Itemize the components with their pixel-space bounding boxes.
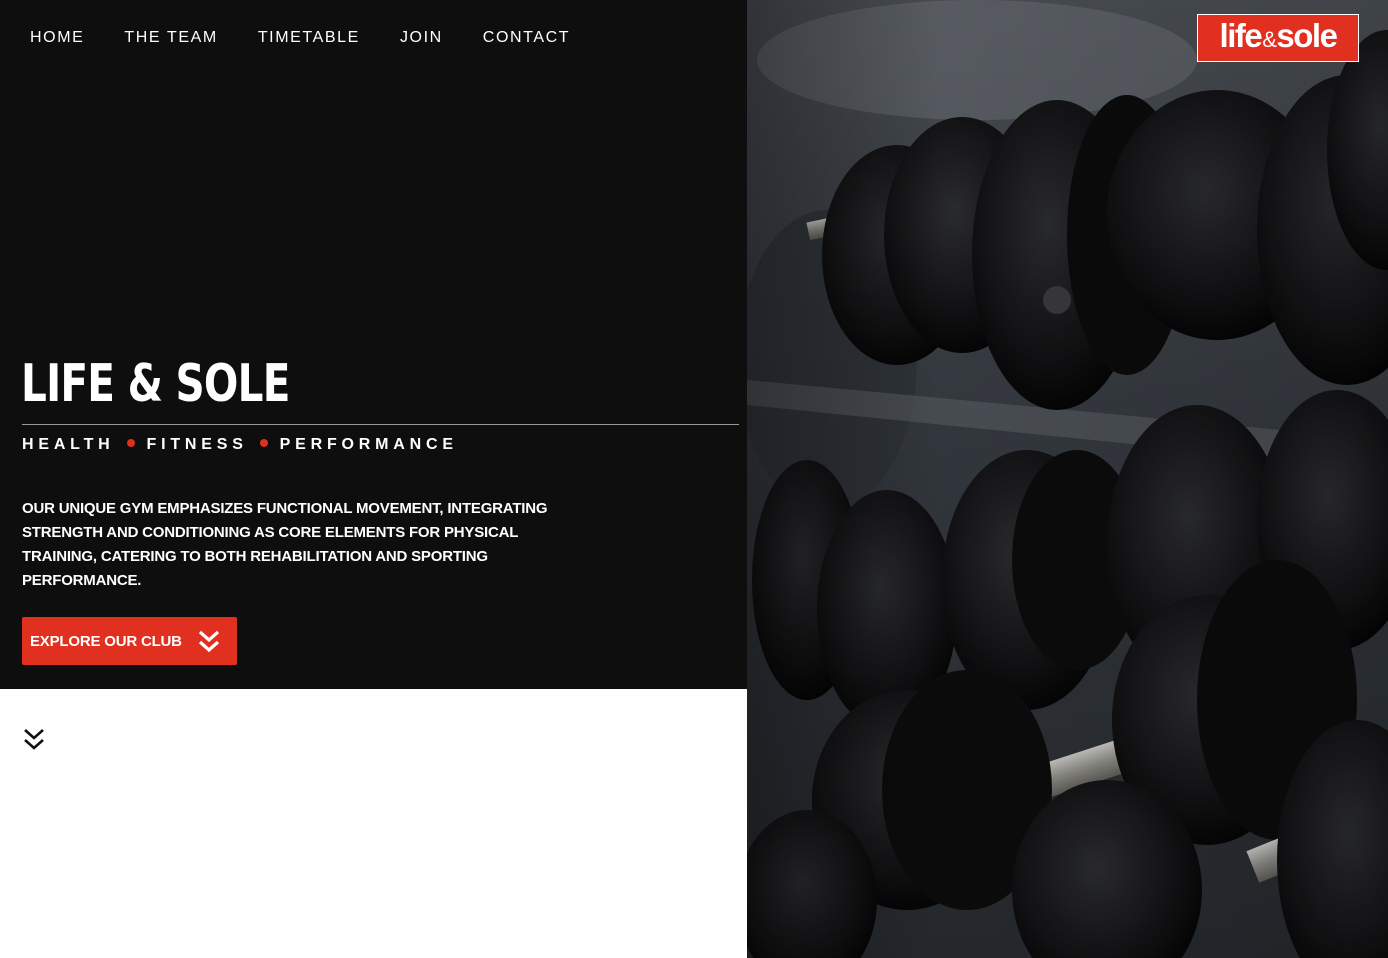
dumbbell-rack-photo bbox=[747, 0, 1388, 958]
tagline-dot bbox=[259, 439, 268, 447]
nav-timetable[interactable]: TIMETABLE bbox=[258, 28, 360, 48]
nav-contact[interactable]: CONTACT bbox=[483, 28, 570, 48]
tagline-health: HEALTH bbox=[22, 436, 115, 453]
double-chevron-down-icon bbox=[198, 630, 220, 653]
nav-join[interactable]: JOIN bbox=[400, 28, 443, 48]
title-divider bbox=[22, 424, 739, 425]
below-fold-area bbox=[0, 689, 747, 958]
tagline-fitness: FITNESS bbox=[146, 436, 248, 453]
tagline: HEALTH FITNESS PERFORMANCE bbox=[22, 435, 458, 455]
explore-club-button[interactable]: EXPLORE OUR CLUB bbox=[22, 617, 237, 665]
explore-club-label: EXPLORE OUR CLUB bbox=[30, 632, 182, 650]
main-nav: HOME THE TEAM TIMETABLE JOIN CONTACT bbox=[30, 28, 610, 48]
hero-title: LIFE & SOLE bbox=[21, 354, 290, 414]
tagline-performance: PERFORMANCE bbox=[279, 436, 458, 453]
scroll-down-icon[interactable] bbox=[22, 727, 46, 753]
hero-panel: HOME THE TEAM TIMETABLE JOIN CONTACT LIF… bbox=[0, 0, 747, 689]
nav-the-team[interactable]: THE TEAM bbox=[124, 28, 217, 48]
site-logo[interactable]: life&sole bbox=[1197, 14, 1359, 62]
hero-description: OUR UNIQUE GYM EMPHASIZES FUNCTIONAL MOV… bbox=[22, 500, 548, 589]
logo-wordmark: life&sole bbox=[1219, 17, 1338, 54]
nav-home[interactable]: HOME bbox=[30, 28, 84, 48]
tagline-dot bbox=[126, 439, 135, 447]
